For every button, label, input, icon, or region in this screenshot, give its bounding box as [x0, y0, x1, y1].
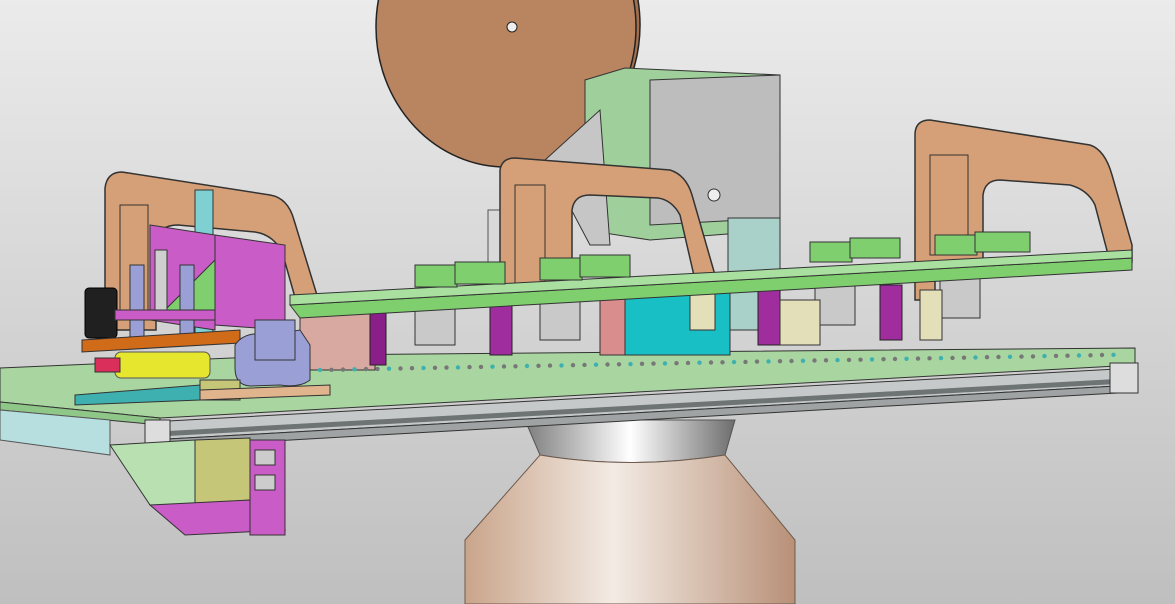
conveyor-bead	[1019, 354, 1024, 359]
support-bracket-left[interactable]	[109, 437, 287, 536]
conveyor-bead	[478, 364, 484, 370]
conveyor-bead	[559, 363, 564, 368]
conveyor-bead	[1042, 353, 1047, 359]
pedestal-body	[464, 454, 796, 604]
pedestal-collar	[524, 419, 736, 463]
conveyor-bead	[1111, 352, 1116, 357]
conveyor-bead	[777, 359, 783, 364]
conveyor-bead	[996, 354, 1001, 360]
conveyor-bead	[984, 355, 990, 360]
conveyor-bead	[973, 355, 978, 360]
conveyor-bead	[363, 366, 369, 372]
conveyor-bead	[731, 359, 737, 365]
conveyor-bead	[628, 361, 633, 367]
conveyor-bead	[421, 365, 426, 371]
conveyor-bead	[1007, 354, 1013, 359]
conveyor-bead	[662, 361, 668, 366]
conveyor-bead	[835, 357, 840, 363]
conveyor-bead	[812, 358, 817, 363]
conveyor-bead	[467, 364, 472, 370]
conveyor-bead	[639, 361, 645, 366]
conveyor-bead	[950, 355, 955, 361]
conveyor-bead	[915, 356, 921, 361]
conveyor-bead	[455, 365, 461, 370]
conveyor-bead	[754, 359, 760, 364]
conveyor-bead	[1065, 353, 1070, 358]
conveyor-bead	[605, 362, 610, 367]
conveyor-bead	[789, 358, 794, 364]
conveyor-bead	[432, 365, 438, 370]
conveyor-bead	[881, 357, 886, 362]
conveyor-bead	[582, 362, 587, 368]
cad-model-scene[interactable]	[0, 0, 1175, 604]
conveyor-bead	[490, 364, 495, 369]
conveyor-bead	[904, 356, 909, 361]
conveyor-bead	[340, 367, 346, 372]
conveyor-bead	[766, 359, 771, 364]
conveyor-bead	[961, 355, 967, 360]
conveyor-bead	[938, 355, 944, 361]
conveyor-bead	[444, 365, 449, 370]
conveyor-bead	[409, 366, 415, 371]
conveyor-bead	[858, 357, 863, 362]
conveyor-bead	[536, 363, 541, 368]
conveyor-bead	[317, 367, 323, 373]
conveyor-bead	[1030, 354, 1036, 359]
conveyor-bead	[547, 363, 553, 368]
conveyor-bead	[708, 360, 714, 365]
conveyor-bead	[1099, 352, 1105, 358]
conveyor-bead	[823, 358, 829, 363]
conveyor-bead	[593, 362, 599, 367]
conveyor-bead	[1053, 353, 1059, 359]
conveyor-bead	[697, 360, 702, 365]
conveyor-bead	[674, 361, 679, 366]
conveyor-bead	[720, 360, 725, 365]
conveyor-bead	[1088, 353, 1093, 358]
conveyor-bead	[800, 358, 806, 363]
conveyor-bead	[685, 360, 691, 366]
conveyor-bead	[892, 356, 898, 362]
conveyor-bead	[398, 366, 403, 371]
conveyor-bead	[743, 359, 748, 365]
conveyor-bead	[501, 364, 507, 369]
conveyor-bead	[329, 367, 334, 372]
conveyor-bead	[513, 364, 518, 369]
conveyor-bead	[570, 363, 576, 368]
conveyor-bead	[524, 363, 530, 369]
conveyor-bead	[375, 366, 380, 372]
conveyor-bead	[386, 366, 392, 371]
pedestal-stand[interactable]	[464, 419, 796, 604]
conveyor-bead	[1076, 353, 1082, 358]
conveyor-bead	[352, 367, 357, 372]
conveyor-bead	[616, 362, 622, 367]
conveyor-bead	[869, 357, 875, 362]
cad-viewport[interactable]	[0, 0, 1175, 604]
conveyor-bead	[846, 357, 852, 363]
conveyor-bead	[651, 361, 656, 366]
conveyor-bead	[927, 356, 932, 361]
